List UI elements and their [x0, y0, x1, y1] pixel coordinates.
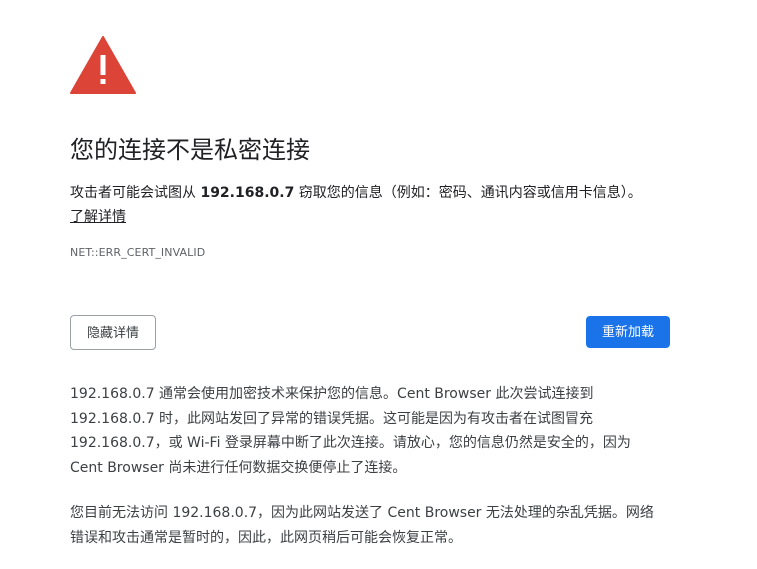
intro-text: 攻击者可能会试图从 192.168.0.7 窃取您的信息（例如：密码、通讯内容或…	[70, 181, 690, 229]
details-paragraph-1: 192.168.0.7 通常会使用加密技术来保护您的信息。Cent Browse…	[70, 382, 670, 480]
details-paragraph-2: 您目前无法访问 192.168.0.7，因为此网站发送了 Cent Browse…	[70, 501, 670, 550]
interstitial-page: 您的连接不是私密连接 攻击者可能会试图从 192.168.0.7 窃取您的信息（…	[0, 0, 757, 569]
warning-triangle-icon	[70, 36, 136, 94]
details-p1-line: 192.168.0.7 时，此网站发回了异常的错误凭据。这可能是因为有攻击者在试…	[70, 410, 594, 427]
details-section: 192.168.0.7 通常会使用加密技术来保护您的信息。Cent Browse…	[70, 382, 670, 569]
intro-host: 192.168.0.7	[200, 185, 295, 201]
details-p2-line: 您目前无法访问 192.168.0.7，因为此网站发送了 Cent Browse…	[70, 505, 654, 521]
page-title: 您的连接不是私密连接	[70, 136, 310, 164]
hide-details-button[interactable]: 隐藏详情	[70, 315, 156, 350]
error-code: NET::ERR_CERT_INVALID	[70, 246, 206, 259]
reload-button[interactable]: 重新加载	[586, 316, 670, 348]
details-p2-line: 错误和攻击通常是暂时的，因此，此网页稍后可能会恢复正常。	[70, 529, 462, 546]
details-p1-line: 192.168.0.7，或 Wi-Fi 登录屏幕中断了此次连接。请放心，您的信息…	[70, 435, 631, 451]
intro-prefix: 攻击者可能会试图从	[70, 185, 201, 201]
details-p1-line: Cent Browser 尚未进行任何数据交换便停止了连接。	[70, 459, 407, 476]
details-p1-line: 192.168.0.7 通常会使用加密技术来保护您的信息。Cent Browse…	[70, 386, 594, 402]
intro-suffix: 窃取您的信息（例如：密码、通讯内容或信用卡信息）。	[294, 185, 642, 201]
learn-more-link[interactable]: 了解详情	[70, 209, 126, 225]
